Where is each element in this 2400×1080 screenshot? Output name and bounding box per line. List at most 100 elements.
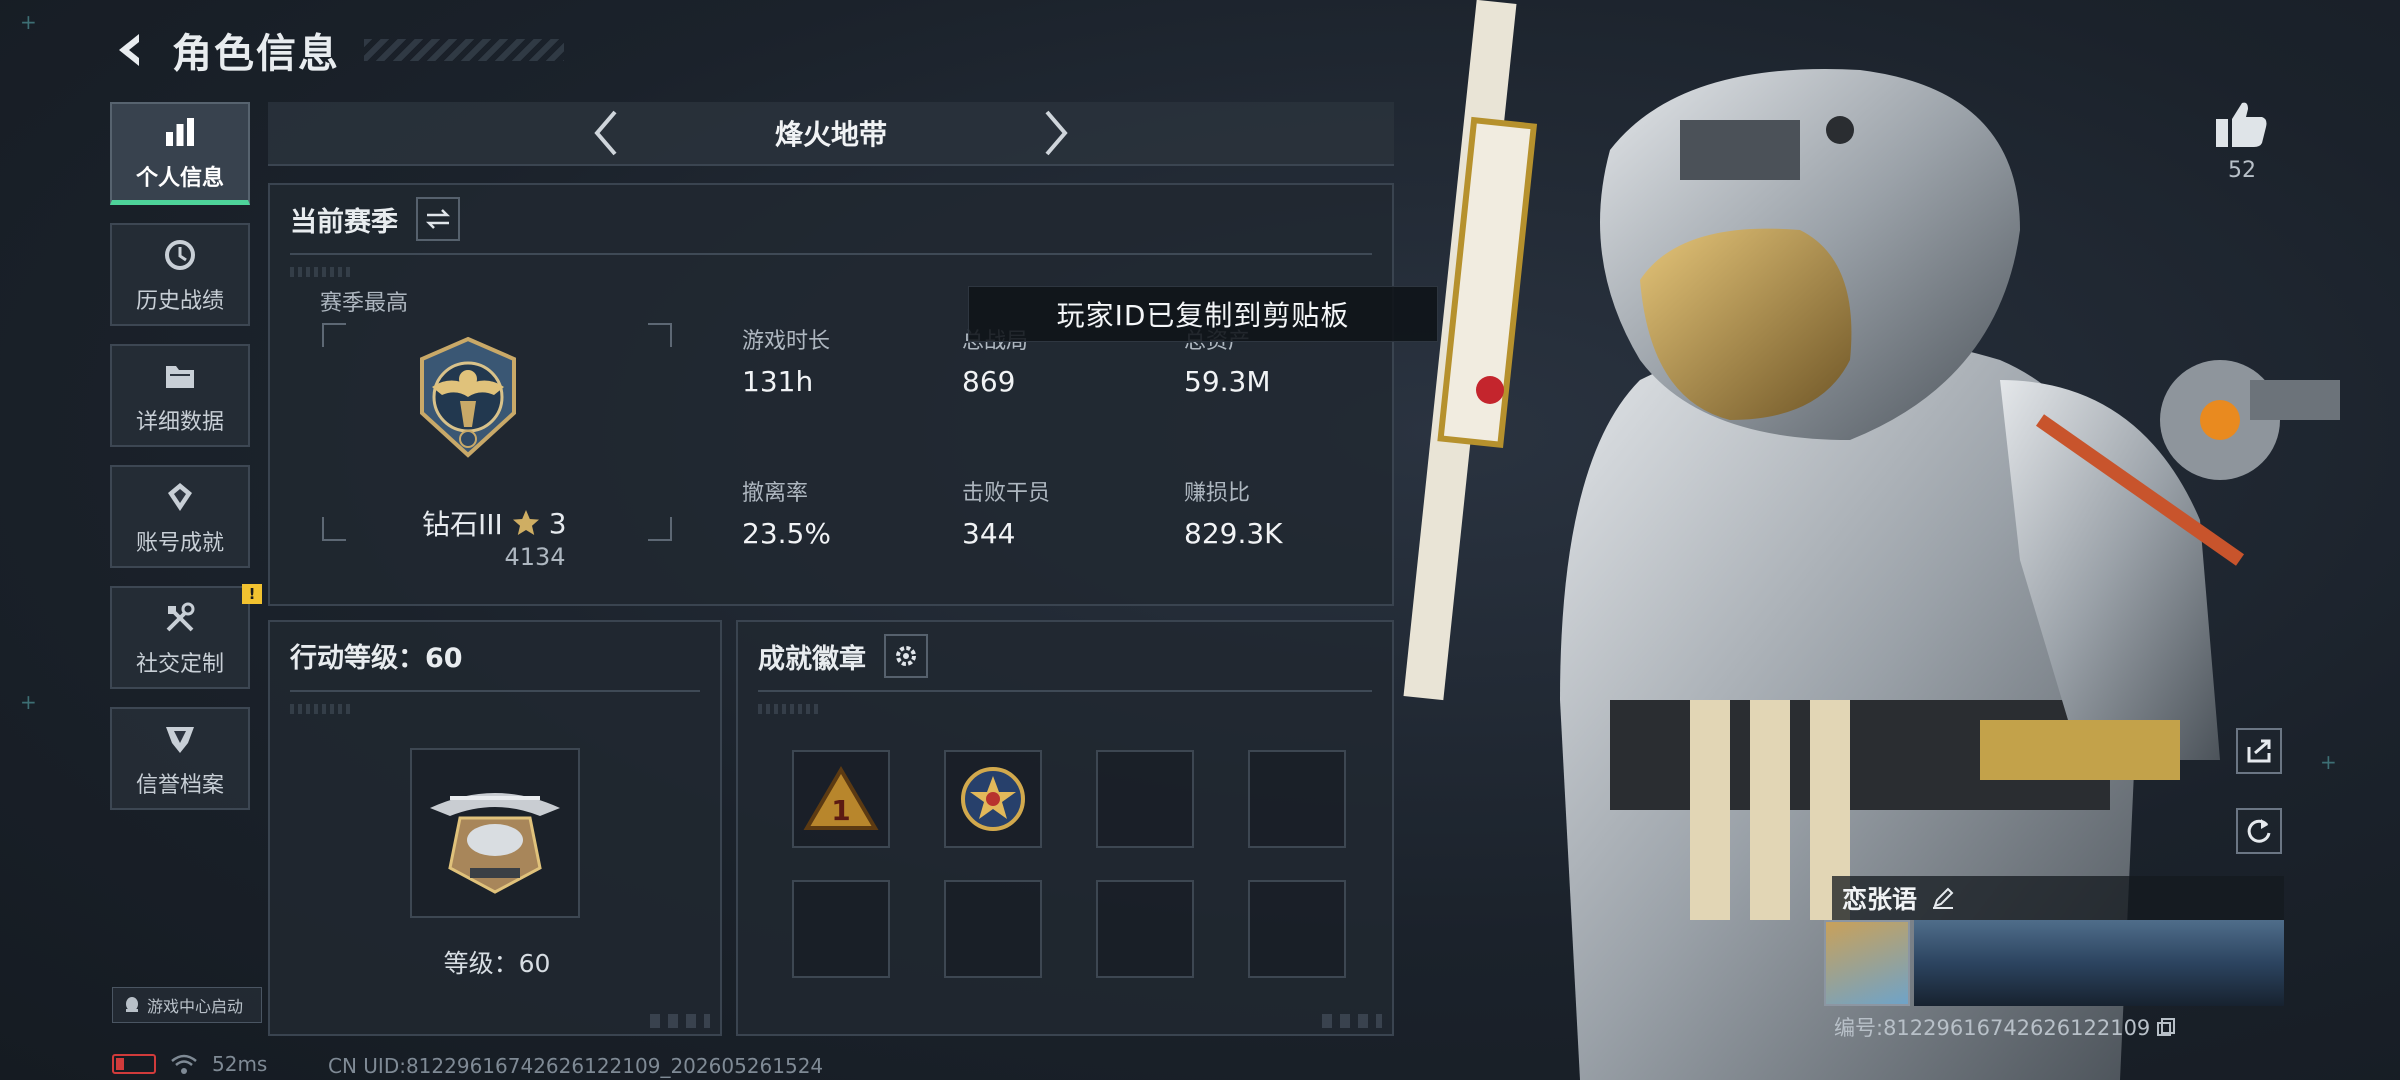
credit-shield-icon bbox=[160, 719, 200, 759]
sidebar-item-label: 社交定制 bbox=[135, 651, 224, 677]
divider bbox=[758, 690, 1372, 692]
player-id-row[interactable]: 编号:81229616742626122109 bbox=[1834, 1012, 2176, 1042]
badge-slot-empty[interactable] bbox=[1096, 750, 1194, 848]
stat-kills: 击败干员 344 bbox=[962, 475, 1162, 550]
avatar[interactable] bbox=[1824, 920, 1910, 1006]
helicopter-emblem-icon bbox=[430, 793, 560, 894]
sidebar-item-label: 历史战绩 bbox=[135, 288, 224, 314]
sidebar-item-credit[interactable]: 信誉档案 bbox=[110, 707, 250, 810]
decor-cross: + bbox=[20, 690, 37, 714]
sidebar-item-history[interactable]: 历史战绩 bbox=[110, 223, 250, 326]
star-icon bbox=[512, 510, 539, 535]
history-clock-icon bbox=[160, 235, 200, 275]
back-arrow-icon bbox=[119, 34, 139, 66]
sidebar-item-label: 信誉档案 bbox=[135, 772, 224, 798]
stat-label: 赚损比 bbox=[1184, 481, 1251, 506]
decor-ticks bbox=[650, 1014, 710, 1028]
rank-name: 钻石III bbox=[422, 508, 503, 541]
rotate-view-button[interactable] bbox=[2236, 808, 2282, 854]
frame-corner bbox=[648, 323, 672, 347]
mode-prev-button[interactable] bbox=[581, 105, 631, 161]
season-panel: 当前赛季 赛季最高 钻石III 3 4134 游戏时长 131h 总战局 bbox=[268, 183, 1394, 606]
launch-label: 游戏中心启动 bbox=[147, 997, 244, 1016]
page-header: 角色信息 bbox=[110, 22, 564, 78]
decor-ticks bbox=[290, 704, 350, 714]
stat-play-time: 游戏时长 131h bbox=[742, 323, 942, 398]
decor-ticks bbox=[1322, 1014, 1382, 1028]
ping-value: 52ms bbox=[212, 1052, 268, 1076]
rank-points: 4134 bbox=[504, 543, 566, 571]
stat-extract-rate: 撤离率 23.5% bbox=[742, 475, 942, 550]
copy-icon[interactable] bbox=[2156, 1017, 2176, 1037]
frame-corner bbox=[322, 323, 346, 347]
gear-icon bbox=[896, 646, 916, 666]
uid-text: CN UID:81229616742626122109_202605261524 bbox=[328, 1054, 824, 1078]
sidebar-item-profile[interactable]: 个人信息 bbox=[110, 102, 250, 205]
player-banner bbox=[1914, 920, 2284, 1006]
back-button[interactable] bbox=[110, 29, 152, 71]
season-header: 当前赛季 bbox=[290, 197, 460, 241]
season-best-label: 赛季最高 bbox=[320, 291, 409, 316]
share-button[interactable] bbox=[2236, 728, 2282, 774]
sidebar-item-details[interactable]: 详细数据 bbox=[110, 344, 250, 447]
title-decoration bbox=[364, 39, 564, 61]
badge-slot-empty[interactable] bbox=[944, 880, 1042, 978]
player-id: 编号:81229616742626122109 bbox=[1834, 1016, 2151, 1040]
badge-slot[interactable] bbox=[944, 750, 1042, 848]
decor-ticks bbox=[290, 267, 350, 277]
sidebar-item-label: 个人信息 bbox=[135, 166, 224, 191]
share-icon bbox=[2247, 739, 2271, 763]
stat-label: 游戏时长 bbox=[742, 329, 831, 354]
divider bbox=[290, 253, 1372, 255]
player-card[interactable]: 恋张语 编号:81229616742626122109 bbox=[1822, 876, 2284, 1040]
thumbs-up-icon bbox=[2216, 102, 2267, 147]
sidebar-item-label: 账号成就 bbox=[135, 530, 224, 556]
rank-one-badge-icon: 1 bbox=[803, 766, 879, 830]
edit-pencil-icon[interactable] bbox=[1931, 886, 1955, 910]
player-name: 恋张语 bbox=[1842, 885, 1918, 914]
level-label: 等级：60 bbox=[443, 949, 551, 978]
badge-slot[interactable]: 1 bbox=[792, 750, 890, 848]
level-emblem-frame[interactable] bbox=[410, 748, 580, 918]
stat-label: 击败干员 bbox=[962, 481, 1051, 506]
game-center-launch-button[interactable]: 游戏中心启动 bbox=[112, 987, 262, 1023]
status-bar: 52ms bbox=[112, 1052, 267, 1076]
divider bbox=[290, 690, 700, 692]
sidebar-item-label: 详细数据 bbox=[135, 409, 224, 435]
rank-stars: 3 bbox=[548, 506, 567, 540]
warning-badge: ! bbox=[242, 584, 262, 604]
like-count: 52 bbox=[2228, 158, 2256, 183]
decor-cross: + bbox=[20, 10, 37, 34]
stat-value: 344 bbox=[962, 517, 1016, 550]
rotate-icon bbox=[2247, 819, 2271, 843]
achievement-icon bbox=[160, 477, 200, 517]
badge-slot-empty[interactable] bbox=[1096, 880, 1194, 978]
achievement-badges-panel: 成就徽章 1 bbox=[736, 620, 1394, 1036]
badges-header: 成就徽章 bbox=[758, 634, 928, 678]
level-header: 行动等级：60 bbox=[290, 636, 463, 675]
chevron-left-icon bbox=[594, 110, 617, 156]
tools-icon bbox=[160, 598, 200, 638]
badge-slot-empty[interactable] bbox=[1248, 880, 1346, 978]
sidebar-item-achievements[interactable]: 账号成就 bbox=[110, 465, 250, 568]
stat-value: 829.3K bbox=[1184, 517, 1283, 550]
like-button[interactable] bbox=[2210, 92, 2274, 156]
bar-chart-icon bbox=[160, 112, 200, 152]
level-title: 行动等级：60 bbox=[290, 643, 463, 674]
sidebar-item-social[interactable]: 社交定制 ! bbox=[110, 584, 262, 689]
badges-settings-button[interactable] bbox=[884, 634, 928, 678]
chevron-right-icon bbox=[1045, 110, 1068, 156]
swap-icon bbox=[425, 209, 451, 229]
stat-profit-ratio: 赚损比 829.3K bbox=[1184, 475, 1384, 550]
mode-title: 烽火地带 bbox=[774, 118, 887, 151]
badge-slot-empty[interactable] bbox=[1248, 750, 1346, 848]
sidebar: 个人信息 历史战绩 详细数据 账号成就 社交定制 ! 信誉档案 bbox=[110, 102, 262, 810]
mode-next-button[interactable] bbox=[1031, 105, 1081, 161]
qq-icon bbox=[126, 997, 138, 1012]
toast-message: 玩家ID已复制到剪贴板 bbox=[968, 286, 1438, 342]
season-switch-button[interactable] bbox=[416, 197, 460, 241]
stat-value: 23.5% bbox=[742, 517, 831, 550]
player-name-row: 恋张语 bbox=[1832, 876, 2284, 920]
badges-title: 成就徽章 bbox=[758, 643, 866, 675]
badge-slot-empty[interactable] bbox=[792, 880, 890, 978]
